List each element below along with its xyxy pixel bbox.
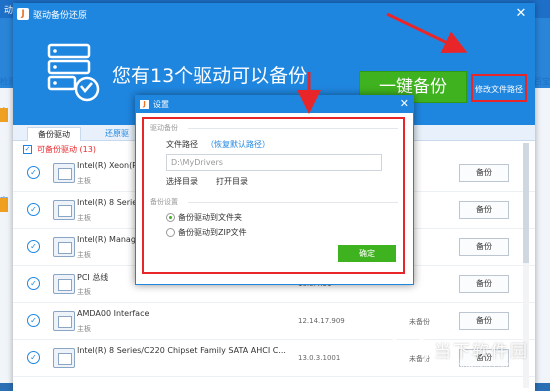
radio-zip[interactable] (166, 228, 175, 237)
file-path-label: 文件路径 (166, 140, 198, 149)
ok-button[interactable]: 确定 (338, 245, 396, 262)
radio-zip-label: 备份驱动到ZIP文件 (178, 228, 247, 237)
motherboard-icon (53, 274, 75, 294)
headline: 您有13个驱动可以备份 (112, 65, 308, 87)
driver-name: AMDA00 Interface (77, 309, 150, 318)
driver-type: 主板 (77, 288, 91, 296)
settings-dialog: J 设置 ✕ 驱动备份 文件路径 （恢复默认路径） 选择目录 打开目录 备份设置… (135, 95, 414, 285)
background-side-marker (0, 198, 8, 212)
app-logo-icon: J (140, 100, 149, 109)
server-backup-icon (47, 43, 100, 102)
restore-default-path-link[interactable]: （恢复默认路径） (206, 139, 270, 150)
watermark-logo-icon (388, 332, 428, 372)
background-right-label: 百宝 (534, 77, 550, 86)
row-checkbox[interactable]: ✓ (27, 314, 40, 327)
driver-type: 主板 (77, 177, 91, 185)
tab-restore[interactable]: 还原驱 (95, 127, 139, 141)
section-settings-heading: 备份设置 (150, 198, 178, 206)
background-side-marker (0, 108, 8, 122)
backup-button[interactable]: 备份 (459, 312, 509, 330)
watermark-text: 当下软件园 (434, 342, 529, 362)
row-checkbox[interactable]: ✓ (27, 240, 40, 253)
driver-name: Intel(R) 8 Series/C220 Chipset Family SA… (77, 346, 286, 355)
backup-button[interactable]: 备份 (459, 275, 509, 293)
radio-folder[interactable] (166, 213, 175, 222)
row-checkbox[interactable]: ✓ (27, 203, 40, 216)
choose-directory-link[interactable]: 选择目录 (166, 176, 198, 187)
driver-name: Intel(R) 8 Series (77, 198, 142, 207)
backup-button[interactable]: 备份 (459, 164, 509, 182)
divider (188, 202, 398, 203)
row-checkbox[interactable]: ✓ (27, 351, 40, 364)
driver-type: 主板 (77, 325, 91, 333)
settings-body-highlight: 驱动备份 文件路径 （恢复默认路径） 选择目录 打开目录 备份设置 备份驱动到文… (142, 117, 405, 274)
backup-button[interactable]: 备份 (459, 238, 509, 256)
watermark: 当下软件园 www.downxia.com (388, 332, 538, 376)
watermark-url: www.downxia.com (436, 361, 511, 370)
motherboard-icon (53, 200, 75, 220)
motherboard-icon (53, 311, 75, 331)
app-logo-icon: J (17, 8, 29, 20)
close-icon[interactable]: ✕ (400, 97, 409, 111)
settings-titlebar: J 设置 ✕ (136, 96, 413, 113)
backup-status: 未备份 (409, 318, 430, 326)
section-backup-heading: 驱动备份 (150, 124, 178, 132)
driver-type: 主板 (77, 214, 91, 222)
row-checkbox[interactable]: ✓ (27, 166, 40, 179)
disk-icon (53, 348, 75, 368)
scrollbar-thumb[interactable] (523, 143, 529, 263)
driver-version: 12.14.17.909 (298, 317, 345, 325)
motherboard-icon (53, 237, 75, 257)
open-directory-link[interactable]: 打开目录 (216, 176, 248, 187)
window-title: 驱动备份还原 (33, 10, 88, 21)
modify-path-link[interactable]: 修改文件路径 (471, 74, 527, 102)
settings-title: 设置 (153, 100, 169, 109)
motherboard-icon (53, 163, 75, 183)
divider (188, 128, 398, 129)
driver-type: 主板 (77, 251, 91, 259)
tab-backup[interactable]: 备份驱动 (27, 127, 81, 141)
driver-version: 13.0.3.1001 (298, 354, 341, 362)
driver-name: PCI 总线 (77, 273, 109, 282)
close-icon[interactable]: ✕ (513, 6, 529, 22)
row-checkbox[interactable]: ✓ (27, 277, 40, 290)
radio-folder-label: 备份驱动到文件夹 (178, 213, 242, 222)
backup-button[interactable]: 备份 (459, 201, 509, 219)
path-input[interactable] (166, 154, 382, 171)
select-all-checkbox[interactable]: ✓ (23, 145, 32, 154)
driver-count: (13) (79, 145, 96, 154)
driver-count-label: 可备份驱动 (13) (37, 145, 96, 154)
window-titlebar: J 驱动备份还原 ✕ (13, 3, 535, 25)
driver-name: Intel(R) Manag (77, 235, 136, 244)
driver-name: Intel(R) Xeon(R) (77, 161, 141, 170)
